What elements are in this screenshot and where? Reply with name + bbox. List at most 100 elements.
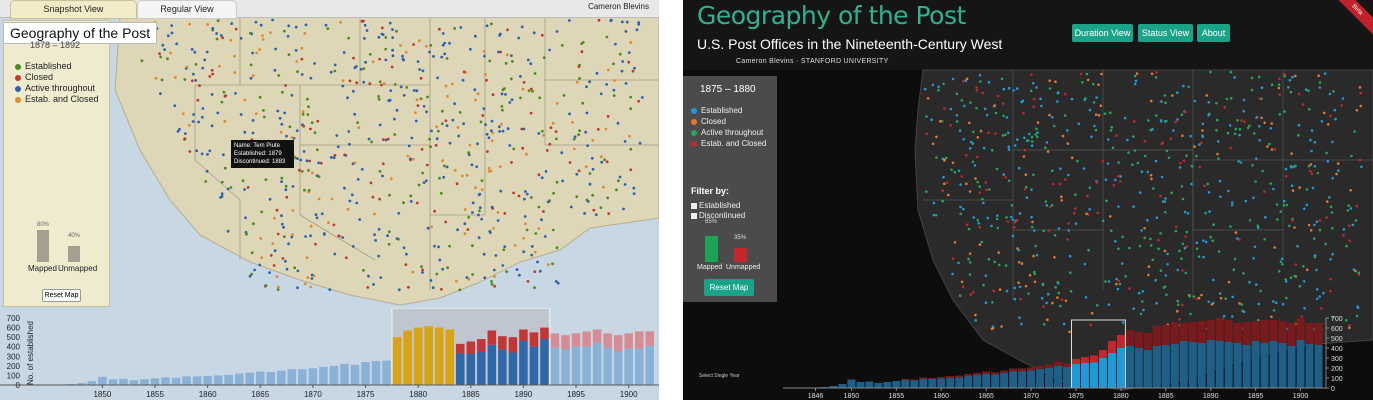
bar-established[interactable] bbox=[1251, 341, 1260, 388]
bar-established[interactable] bbox=[964, 376, 973, 388]
bar-established[interactable] bbox=[603, 347, 612, 385]
bar-established[interactable] bbox=[361, 362, 370, 385]
bar-closed[interactable] bbox=[928, 378, 937, 379]
bar-established[interactable] bbox=[613, 351, 623, 386]
bar-closed[interactable] bbox=[1000, 370, 1009, 374]
bar-closed[interactable] bbox=[1305, 323, 1314, 344]
bar-closed[interactable] bbox=[1233, 323, 1242, 343]
bar-established[interactable] bbox=[1143, 350, 1152, 388]
bar-established[interactable] bbox=[1188, 342, 1197, 388]
bar-established[interactable] bbox=[87, 381, 97, 385]
bar-established[interactable] bbox=[329, 365, 339, 385]
bar-closed[interactable] bbox=[973, 373, 982, 375]
bar-established[interactable] bbox=[874, 383, 883, 388]
bar-established[interactable] bbox=[592, 342, 602, 385]
bar-established[interactable] bbox=[519, 340, 528, 385]
bar-established[interactable] bbox=[928, 379, 937, 388]
bar-established[interactable] bbox=[865, 381, 874, 389]
bar-established[interactable] bbox=[277, 370, 286, 385]
bar-established[interactable] bbox=[98, 376, 107, 385]
bar-established[interactable] bbox=[1116, 348, 1125, 388]
bar-established[interactable] bbox=[856, 382, 865, 388]
bar-closed[interactable] bbox=[1188, 322, 1197, 342]
bar-closed[interactable] bbox=[1054, 362, 1063, 366]
bar-established[interactable] bbox=[529, 346, 539, 385]
bar-established[interactable] bbox=[424, 326, 433, 385]
bar-closed[interactable] bbox=[613, 335, 623, 352]
bar-established[interactable] bbox=[1071, 364, 1080, 388]
bar-closed[interactable] bbox=[634, 331, 644, 349]
bar-established[interactable] bbox=[1125, 346, 1134, 388]
bar-closed[interactable] bbox=[1009, 368, 1018, 372]
bar-established[interactable] bbox=[624, 348, 633, 385]
status-view-button[interactable]: Status View bbox=[1138, 24, 1193, 42]
bar-established[interactable] bbox=[1296, 340, 1305, 388]
bar-established[interactable] bbox=[1197, 343, 1206, 388]
bar-established[interactable] bbox=[910, 380, 919, 389]
bar-closed[interactable] bbox=[937, 377, 946, 379]
bar-closed[interactable] bbox=[1071, 359, 1080, 364]
bar-established[interactable] bbox=[266, 372, 276, 385]
bar-established[interactable] bbox=[1161, 345, 1170, 388]
bar-established[interactable] bbox=[234, 373, 244, 385]
bar-closed[interactable] bbox=[964, 374, 973, 376]
bar-established[interactable] bbox=[308, 368, 318, 385]
bar-established[interactable] bbox=[1000, 373, 1009, 388]
bar-established[interactable] bbox=[571, 346, 581, 385]
bar-closed[interactable] bbox=[1251, 321, 1260, 341]
bar-established[interactable] bbox=[371, 361, 381, 385]
bar-closed[interactable] bbox=[571, 333, 581, 347]
bar-established[interactable] bbox=[203, 375, 212, 385]
bar-closed[interactable] bbox=[1287, 323, 1296, 346]
bar-established[interactable] bbox=[434, 327, 444, 385]
bar-established[interactable] bbox=[1206, 340, 1215, 388]
bar-established[interactable] bbox=[192, 376, 202, 385]
bar-established[interactable] bbox=[540, 339, 549, 385]
bar-established[interactable] bbox=[973, 375, 982, 388]
bar-closed[interactable] bbox=[1107, 341, 1116, 353]
bar-closed[interactable] bbox=[1036, 366, 1045, 369]
bar-closed[interactable] bbox=[1179, 323, 1188, 341]
bar-closed[interactable] bbox=[592, 329, 602, 343]
bar-established[interactable] bbox=[350, 364, 360, 385]
bar-closed[interactable] bbox=[498, 336, 507, 350]
bar-closed[interactable] bbox=[550, 333, 560, 348]
timeline-chart[interactable]: 0100200300400500600700No. of established… bbox=[0, 308, 659, 400]
bar-closed[interactable] bbox=[477, 339, 486, 352]
bar-closed[interactable] bbox=[645, 331, 654, 346]
bar-established[interactable] bbox=[1009, 371, 1018, 389]
bar-closed[interactable] bbox=[1296, 318, 1305, 340]
bar-closed[interactable] bbox=[1134, 332, 1143, 348]
bar-closed[interactable] bbox=[487, 330, 497, 345]
filter-established[interactable]: Established bbox=[691, 201, 740, 210]
bar-established[interactable] bbox=[456, 353, 465, 385]
bar-established[interactable] bbox=[182, 376, 191, 385]
about-button[interactable]: About bbox=[1197, 24, 1230, 42]
bar-established[interactable] bbox=[171, 377, 181, 385]
bar-closed[interactable] bbox=[1197, 321, 1206, 343]
bar-closed[interactable] bbox=[540, 327, 549, 340]
bar-established[interactable] bbox=[847, 379, 856, 389]
bar-closed[interactable] bbox=[529, 332, 539, 347]
bar-closed[interactable] bbox=[1314, 323, 1323, 345]
timeline-chart[interactable]: 01002003004005006007001846 1850 1855 1860 18… bbox=[683, 308, 1373, 400]
bar-established[interactable] bbox=[287, 369, 297, 385]
bar-established[interactable] bbox=[161, 377, 170, 385]
bar-closed[interactable] bbox=[1260, 320, 1269, 343]
bar-closed[interactable] bbox=[1242, 322, 1251, 345]
bar-established[interactable] bbox=[946, 378, 955, 388]
bar-closed[interactable] bbox=[1089, 355, 1098, 363]
bar-established[interactable] bbox=[1314, 345, 1323, 388]
bar-established[interactable] bbox=[1170, 344, 1179, 388]
bar-established[interactable] bbox=[634, 348, 644, 385]
bar-closed[interactable] bbox=[1045, 364, 1054, 369]
bar-established[interactable] bbox=[982, 374, 991, 388]
bar-closed[interactable] bbox=[955, 375, 964, 378]
bar-established[interactable] bbox=[1224, 342, 1233, 388]
bar-established[interactable] bbox=[1305, 344, 1314, 388]
bar-established[interactable] bbox=[129, 380, 139, 385]
bar-established[interactable] bbox=[413, 327, 423, 385]
checkbox-icon[interactable] bbox=[691, 202, 697, 209]
bar-closed[interactable] bbox=[910, 379, 919, 381]
bar-closed[interactable] bbox=[946, 376, 955, 378]
